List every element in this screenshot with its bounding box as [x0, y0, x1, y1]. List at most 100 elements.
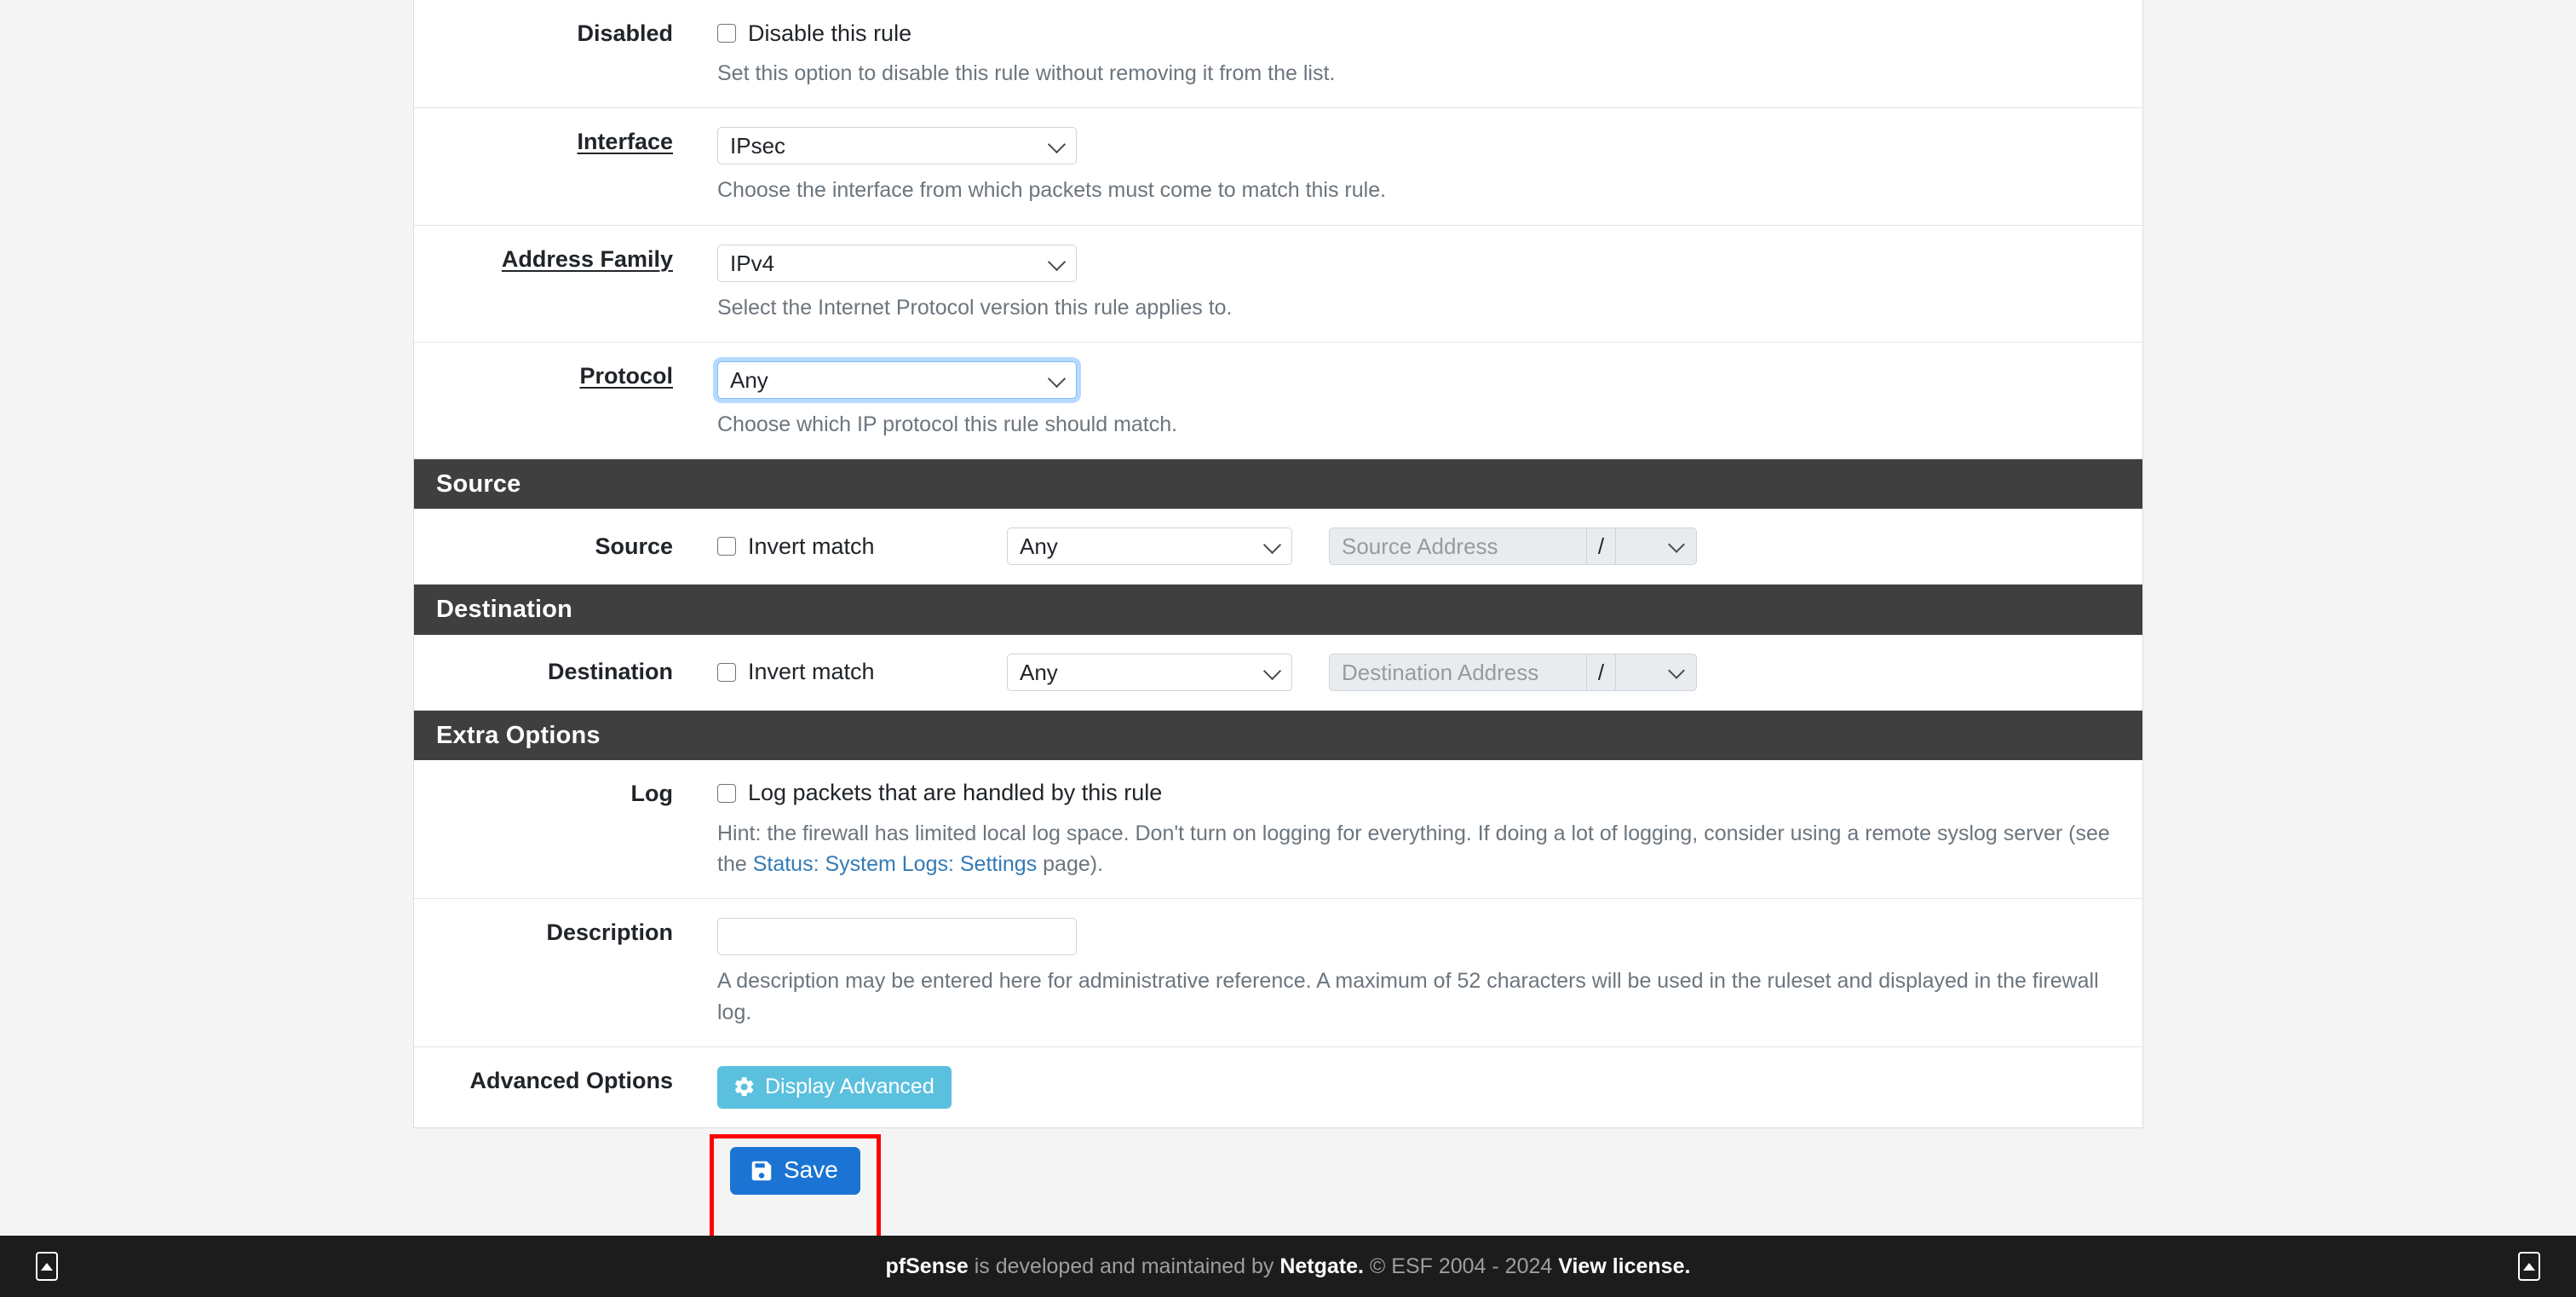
extra-options-section-heading: Extra Options — [414, 710, 2142, 760]
log-packets-checkbox-label: Log packets that are handled by this rul… — [748, 780, 1163, 806]
label-description: Description — [546, 919, 673, 946]
field-description: A description may be entered here for ad… — [687, 899, 2142, 1046]
address-family-select[interactable]: IPv4 — [717, 244, 1077, 282]
destination-address-input[interactable]: Destination Address — [1329, 653, 1586, 691]
form-content-area: Disabled Disable this rule Set this opti… — [413, 0, 2143, 1242]
system-logs-settings-link[interactable]: Status: System Logs: Settings — [753, 852, 1038, 876]
triangle-up-icon — [41, 1262, 53, 1271]
form-row-advanced-options: Advanced Options Display Advanced — [414, 1047, 2142, 1128]
chevron-down-icon — [1047, 252, 1067, 271]
footer-copyright: © ESF 2004 - 2024 — [1363, 1254, 1559, 1278]
field-protocol: Any Choose which IP protocol this rule s… — [687, 343, 2142, 458]
source-invert-row[interactable]: Invert match — [717, 533, 1007, 559]
destination-inline-row: Destination Invert match Any Destination… — [414, 653, 2122, 691]
address-family-help-text: Select the Internet Protocol version thi… — [717, 295, 1233, 320]
field-advanced-options: Display Advanced — [687, 1047, 2142, 1128]
destination-invert-label: Invert match — [748, 659, 875, 684]
label-interface-text: Interface — [577, 129, 673, 155]
form-row-disabled: Disabled Disable this rule Set this opti… — [414, 0, 2142, 109]
gear-icon — [733, 1075, 756, 1098]
source-cidr-select[interactable] — [1615, 527, 1697, 566]
destination-type-wrap: Any — [1007, 653, 1314, 691]
form-row-address-family: Address Family IPv4 Select the Internet … — [414, 226, 2142, 343]
chevron-down-icon — [1262, 536, 1282, 555]
chevron-down-icon — [1262, 661, 1282, 680]
field-destination: Destination Invert match Any Destination… — [414, 635, 2142, 710]
destination-addr-inputgroup: Destination Address / — [1329, 653, 1697, 691]
protocol-help-text: Choose which IP protocol this rule shoul… — [717, 412, 1178, 436]
source-invert-label: Invert match — [748, 533, 875, 559]
save-button[interactable]: Save — [730, 1147, 860, 1196]
chevron-down-icon — [1047, 135, 1067, 154]
destination-type-select[interactable]: Any — [1007, 653, 1292, 691]
label-destination: Destination — [414, 659, 687, 685]
source-type-select[interactable]: Any — [1007, 527, 1292, 566]
field-source: Source Invert match Any Source Address / — [414, 509, 2142, 584]
disabled-help-text: Set this option to disable this rule wit… — [717, 61, 1336, 85]
label-log: Log — [630, 780, 673, 806]
disable-rule-checkbox-label: Disable this rule — [748, 20, 912, 46]
chevron-down-icon — [1668, 661, 1685, 679]
footer-brand: pfSense — [885, 1254, 969, 1278]
save-button-label: Save — [784, 1156, 838, 1184]
form-row-description: Description A description may be entered… — [414, 899, 2142, 1047]
protocol-select[interactable]: Any — [717, 360, 1077, 399]
source-section-heading: Source — [414, 459, 2142, 510]
chevron-down-icon — [1047, 369, 1067, 388]
interface-select[interactable]: IPsec — [717, 127, 1077, 165]
field-log: Log packets that are handled by this rul… — [687, 760, 2142, 899]
save-icon — [749, 1158, 774, 1184]
display-advanced-button[interactable]: Display Advanced — [717, 1065, 952, 1110]
description-input[interactable] — [717, 918, 1077, 956]
label-address-family: Address Family — [414, 226, 687, 342]
destination-cidr-select[interactable] — [1615, 653, 1697, 691]
scroll-to-top-left-button[interactable] — [36, 1252, 58, 1281]
extra-options-panel: Extra Options Log Log packets that are h… — [413, 710, 2143, 1129]
form-row-protocol: Protocol Any Choose which IP protocol th… — [414, 343, 2142, 458]
label-disabled: Disabled — [577, 20, 673, 46]
scroll-to-top-right-button[interactable] — [2518, 1252, 2540, 1281]
label-destination-text: Destination — [547, 659, 673, 684]
footer-text: pfSense is developed and maintained by N… — [0, 1254, 2576, 1279]
source-invert-checkbox[interactable] — [717, 537, 736, 556]
source-inline-row: Source Invert match Any Source Address / — [414, 527, 2122, 566]
destination-invert-checkbox[interactable] — [717, 662, 736, 682]
save-button-area: Save — [413, 1128, 2143, 1242]
destination-section-heading: Destination — [414, 585, 2142, 635]
address-family-select-value: IPv4 — [730, 250, 775, 276]
source-addr-inputgroup: Source Address / — [1329, 527, 1697, 566]
destination-invert-row[interactable]: Invert match — [717, 660, 1007, 683]
label-source: Source — [414, 533, 687, 560]
log-help-text: Hint: the firewall has limited local log… — [717, 818, 2122, 880]
disable-rule-checkbox-row[interactable]: Disable this rule — [717, 19, 2122, 48]
label-interface: Interface — [414, 108, 687, 224]
destination-slash-separator: / — [1586, 653, 1615, 691]
triangle-up-icon — [2523, 1262, 2535, 1271]
label-protocol-text: Protocol — [579, 362, 673, 389]
field-disabled: Disable this rule Set this option to dis… — [687, 0, 2142, 107]
source-address-input[interactable]: Source Address — [1329, 527, 1586, 566]
footer-text-mid: is developed and maintained by — [968, 1254, 1280, 1278]
pfsense-firewall-rule-edit-page: Disabled Disable this rule Set this opti… — [0, 0, 2576, 1297]
interface-select-value: IPsec — [730, 133, 786, 159]
source-address-placeholder: Source Address — [1342, 533, 1498, 560]
form-row-interface: Interface IPsec Choose the interface fro… — [414, 108, 2142, 226]
source-type-value: Any — [1020, 533, 1058, 560]
footer-company: Netgate. — [1279, 1254, 1364, 1278]
source-slash-separator: / — [1586, 527, 1615, 566]
log-packets-checkbox[interactable] — [717, 783, 736, 803]
destination-type-value: Any — [1020, 659, 1058, 685]
source-type-wrap: Any — [1007, 527, 1314, 566]
rule-options-panel: Disabled Disable this rule Set this opti… — [413, 0, 2143, 459]
form-row-source: Source Invert match Any Source Address / — [414, 509, 2142, 584]
source-panel: Source Source Invert match Any Source Ad… — [413, 459, 2143, 585]
view-license-link[interactable]: View license. — [1558, 1254, 1690, 1278]
destination-address-placeholder: Destination Address — [1342, 659, 1539, 685]
protocol-select-value: Any — [730, 366, 768, 393]
interface-help-text: Choose the interface from which packets … — [717, 178, 1387, 203]
log-packets-checkbox-row[interactable]: Log packets that are handled by this rul… — [717, 779, 2122, 808]
save-button-wrapper: Save — [710, 1134, 881, 1242]
page-footer: pfSense is developed and maintained by N… — [0, 1236, 2576, 1297]
disable-rule-checkbox[interactable] — [717, 24, 736, 43]
label-protocol: Protocol — [414, 343, 687, 458]
